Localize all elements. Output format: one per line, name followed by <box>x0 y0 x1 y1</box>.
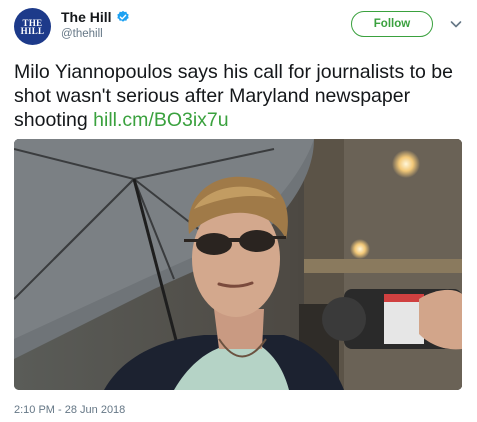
avatar[interactable]: THE HILL <box>14 8 51 45</box>
avatar-text-line-2: HILL <box>20 25 45 36</box>
tweet-body: Milo Yiannopoulos says his call for jour… <box>14 61 453 131</box>
tweet-card: THE HILL The Hill @thehill Follow Milo Y… <box>0 0 477 422</box>
tweet-photo[interactable] <box>14 139 462 390</box>
tweet-link[interactable]: hill.cm/BO3ix7u <box>93 109 228 131</box>
follow-button[interactable]: Follow <box>351 11 433 37</box>
tweet-timestamp[interactable]: 2:10 PM - 28 Jun 2018 <box>14 404 125 416</box>
chevron-down-icon[interactable] <box>448 16 464 32</box>
tweet-text: Milo Yiannopoulos says his call for jour… <box>14 60 469 132</box>
name-row: The Hill <box>61 9 130 25</box>
account-handle[interactable]: @thehill <box>61 28 103 40</box>
verified-badge-icon <box>116 10 130 24</box>
display-name[interactable]: The Hill <box>61 9 112 25</box>
